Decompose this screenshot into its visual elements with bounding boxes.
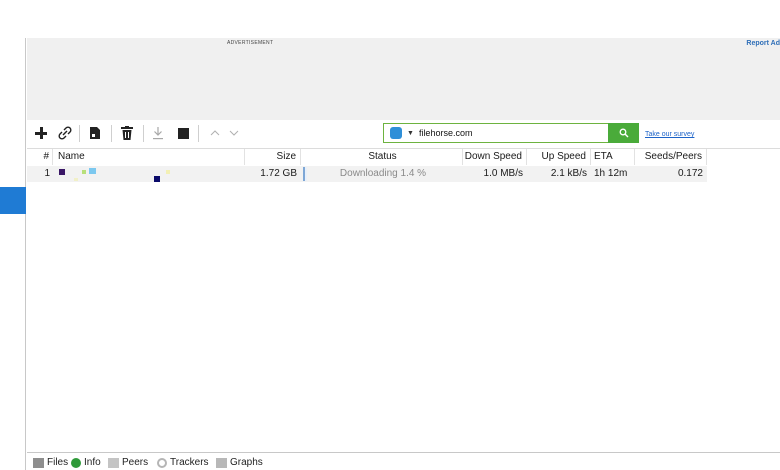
col-header-down-speed[interactable]: Down Speed xyxy=(463,149,527,165)
eta: 1h 12m xyxy=(594,168,628,179)
col-header-name[interactable]: Name xyxy=(53,149,245,165)
col-header-number[interactable]: # xyxy=(27,149,53,165)
col-header-seeds-peers[interactable]: Seeds/Peers xyxy=(635,149,707,165)
trash-icon xyxy=(121,126,133,140)
move-up-button[interactable] xyxy=(205,123,225,143)
folder-icon xyxy=(33,457,44,468)
create-torrent-button[interactable] xyxy=(85,123,105,143)
torrent-table: # Name Size Status Down Speed Up Speed E… xyxy=(27,148,780,452)
col-header-eta[interactable]: ETA xyxy=(591,149,635,165)
row-number: 1 xyxy=(44,168,50,179)
tab-info[interactable]: Info xyxy=(71,455,101,470)
tab-trackers[interactable]: Trackers xyxy=(157,455,209,470)
down-speed: 1.0 MB/s xyxy=(483,168,523,179)
create-torrent-icon xyxy=(90,127,100,139)
sidebar-selected-item[interactable] xyxy=(0,187,26,214)
download-button[interactable] xyxy=(148,123,168,143)
tab-files[interactable]: Files xyxy=(33,455,68,470)
search-value: filehorse.com xyxy=(418,128,473,138)
stop-icon xyxy=(177,127,189,139)
add-torrent-icon xyxy=(35,127,47,139)
remove-button[interactable] xyxy=(117,123,137,143)
search-engine-icon[interactable] xyxy=(390,127,402,139)
trackers-icon xyxy=(157,457,167,468)
tab-graphs-label: Graphs xyxy=(230,457,263,468)
sidebar xyxy=(0,38,26,470)
torrent-size: 1.72 GB xyxy=(260,168,297,179)
tab-files-label: Files xyxy=(47,457,69,468)
report-ad-link[interactable]: Report Ad xyxy=(746,40,780,47)
ad-label: ADVERTISEMENT xyxy=(227,40,274,46)
table-header: # Name Size Status Down Speed Up Speed E… xyxy=(27,149,707,165)
chevron-down-icon[interactable]: ▼ xyxy=(407,130,414,137)
tab-graphs[interactable]: Graphs xyxy=(216,455,263,470)
info-icon xyxy=(71,457,81,468)
tab-peers-label: Peers xyxy=(122,457,149,468)
down-icon xyxy=(229,130,239,136)
toolbar: ▼ filehorse.com Take our survey xyxy=(27,120,780,147)
ad-banner: ADVERTISEMENT Report Ad xyxy=(27,38,780,120)
download-icon xyxy=(153,127,163,140)
add-link-button[interactable] xyxy=(55,123,75,143)
search-button[interactable] xyxy=(608,123,639,143)
graphs-icon xyxy=(216,457,227,468)
search-icon xyxy=(619,128,628,138)
stop-button[interactable] xyxy=(173,123,193,143)
tab-info-label: Info xyxy=(84,457,101,468)
peers-icon xyxy=(108,457,119,468)
table-row[interactable]: 1 1.72 GB Downloading 1.4 % 1.0 MB/s 2.1… xyxy=(27,166,707,182)
add-torrent-button[interactable] xyxy=(31,123,51,143)
up-icon xyxy=(210,130,220,136)
survey-link[interactable]: Take our survey xyxy=(645,131,694,138)
search-input[interactable]: ▼ filehorse.com xyxy=(383,123,635,143)
up-speed: 2.1 kB/s xyxy=(550,168,587,179)
col-header-status[interactable]: Status xyxy=(303,149,463,165)
detail-tabs: Files Info Peers Trackers Graphs xyxy=(27,452,780,470)
tab-peers[interactable]: Peers xyxy=(108,455,148,470)
tab-trackers-label: Trackers xyxy=(170,457,209,468)
torrent-status: Downloading 1.4 % xyxy=(339,168,427,179)
move-down-button[interactable] xyxy=(224,123,244,143)
col-header-size[interactable]: Size xyxy=(245,149,301,165)
col-header-up-speed[interactable]: Up Speed xyxy=(527,149,591,165)
add-link-icon xyxy=(58,126,72,140)
seeds-peers: 0.172 xyxy=(677,168,703,179)
file-type-icon xyxy=(59,169,65,175)
